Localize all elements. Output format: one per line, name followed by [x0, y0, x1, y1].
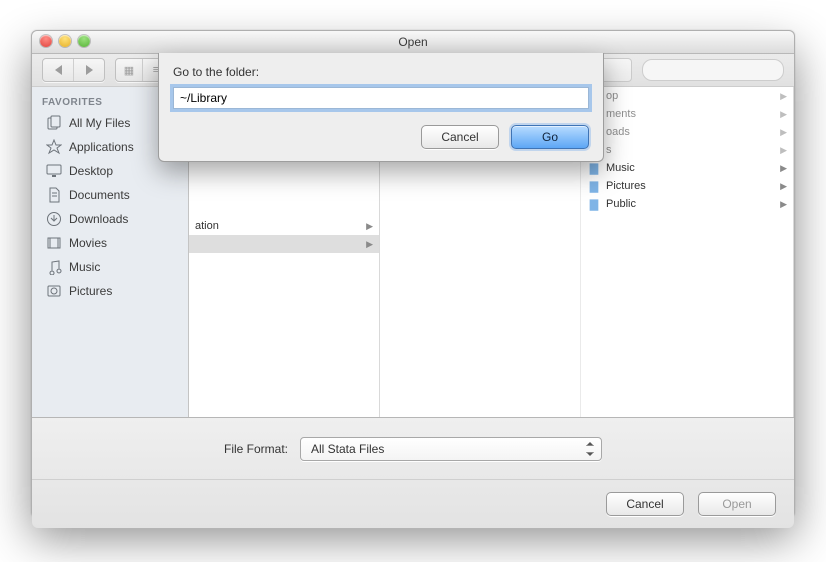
- open-button[interactable]: Open: [698, 492, 776, 516]
- nav-back-button[interactable]: [43, 59, 74, 81]
- applications-icon: [46, 139, 62, 155]
- chevron-up-icon: [586, 442, 594, 446]
- folder-icon: ▇: [587, 161, 601, 175]
- sidebar-item-desktop[interactable]: Desktop: [32, 159, 188, 183]
- minimize-window-button[interactable]: [59, 35, 71, 47]
- item-label: oads: [606, 126, 630, 138]
- chevron-left-icon: [55, 65, 62, 75]
- go-to-folder-prompt: Go to the folder:: [173, 65, 589, 79]
- sidebar-item-label: Desktop: [69, 164, 113, 178]
- file-format-select[interactable]: All Stata Files: [300, 437, 602, 461]
- item-label: op: [606, 90, 618, 102]
- music-icon: [46, 259, 62, 275]
- list-item[interactable]: ▶: [189, 235, 379, 253]
- go-to-folder-input[interactable]: [173, 87, 589, 109]
- chevron-right-icon: ▶: [780, 163, 787, 174]
- list-item[interactable]: ▇ Music ▶: [581, 159, 793, 177]
- downloads-icon: [46, 211, 62, 227]
- desktop-icon: [46, 163, 62, 179]
- sidebar-item-documents[interactable]: Documents: [32, 183, 188, 207]
- folder-icon: ▇: [587, 197, 601, 211]
- column-3[interactable]: ▇op▶ ▇ments▶ ▇oads▶ ▇s▶ ▇Music▶ ▇Picture…: [581, 87, 794, 417]
- item-label: ments: [606, 108, 636, 120]
- zoom-window-button[interactable]: [78, 35, 90, 47]
- file-format-row: File Format: All Stata Files: [32, 418, 794, 479]
- chevron-right-icon: ▶: [780, 127, 787, 138]
- close-window-button[interactable]: [40, 35, 52, 47]
- button-label: Cancel: [626, 497, 663, 511]
- movies-icon: [46, 235, 62, 251]
- chevron-right-icon: ▶: [780, 109, 787, 120]
- list-item[interactable]: ▇ Public ▶: [581, 195, 793, 213]
- open-dialog-window: Open ▦ ≡ ▥ ▭ FAVORITES All My Files Appl…: [31, 30, 795, 518]
- chevron-down-icon: [586, 452, 594, 456]
- file-format-label: File Format:: [224, 442, 288, 456]
- sidebar-item-label: Movies: [69, 236, 107, 250]
- sidebar-item-label: Downloads: [69, 212, 128, 226]
- chevron-right-icon: ▶: [780, 145, 787, 156]
- sidebar-item-downloads[interactable]: Downloads: [32, 207, 188, 231]
- sidebar-item-pictures[interactable]: Pictures: [32, 279, 188, 303]
- chevron-right-icon: ▶: [780, 199, 787, 210]
- icon-view-icon: ▦: [124, 64, 134, 77]
- sidebar-item-movies[interactable]: Movies: [32, 231, 188, 255]
- item-label: ation: [195, 220, 219, 232]
- sidebar-item-label: Applications: [69, 140, 134, 154]
- folder-icon: ▇: [587, 179, 601, 193]
- all-my-files-icon: [46, 115, 62, 131]
- chevron-right-icon: ▶: [366, 221, 373, 232]
- sheet-cancel-button[interactable]: Cancel: [421, 125, 499, 149]
- go-to-folder-sheet: Go to the folder: Cancel Go: [158, 53, 604, 162]
- chevron-right-icon: ▶: [780, 91, 787, 102]
- list-item[interactable]: ▇op▶: [581, 87, 793, 105]
- item-label: Public: [606, 198, 636, 210]
- file-format-value: All Stata Files: [311, 442, 384, 456]
- nav-back-forward: [42, 58, 105, 82]
- titlebar: Open: [32, 31, 794, 54]
- list-item[interactable]: ▇oads▶: [581, 123, 793, 141]
- list-item[interactable]: ▇ments▶: [581, 105, 793, 123]
- cancel-button[interactable]: Cancel: [606, 492, 684, 516]
- traffic-lights: [40, 35, 90, 47]
- nav-forward-button[interactable]: [74, 59, 104, 81]
- button-label: Open: [722, 497, 751, 511]
- dialog-footer: File Format: All Stata Files Cancel Open: [32, 417, 794, 528]
- button-label: Go: [542, 130, 558, 144]
- chevron-right-icon: ▶: [366, 239, 373, 250]
- documents-icon: [46, 187, 62, 203]
- chevron-right-icon: ▶: [780, 181, 787, 192]
- window-title: Open: [398, 35, 427, 49]
- item-label: s: [606, 144, 612, 156]
- view-icon-button[interactable]: ▦: [116, 59, 143, 81]
- sheet-go-button[interactable]: Go: [511, 125, 589, 149]
- sidebar-item-label: Pictures: [69, 284, 112, 298]
- list-item[interactable]: ▇ Pictures ▶: [581, 177, 793, 195]
- pictures-icon: [46, 283, 62, 299]
- dialog-button-row: Cancel Open: [32, 479, 794, 528]
- sidebar-item-music[interactable]: Music: [32, 255, 188, 279]
- chevron-right-icon: [86, 65, 93, 75]
- item-label: Pictures: [606, 180, 646, 192]
- search-input[interactable]: [642, 59, 784, 81]
- sidebar-item-label: Music: [69, 260, 100, 274]
- button-label: Cancel: [441, 130, 478, 144]
- list-item[interactable]: ation ▶: [189, 217, 379, 235]
- sidebar-item-label: All My Files: [69, 116, 130, 130]
- list-item[interactable]: ▇s▶: [581, 141, 793, 159]
- sidebar-item-label: Documents: [69, 188, 130, 202]
- item-label: Music: [606, 162, 635, 174]
